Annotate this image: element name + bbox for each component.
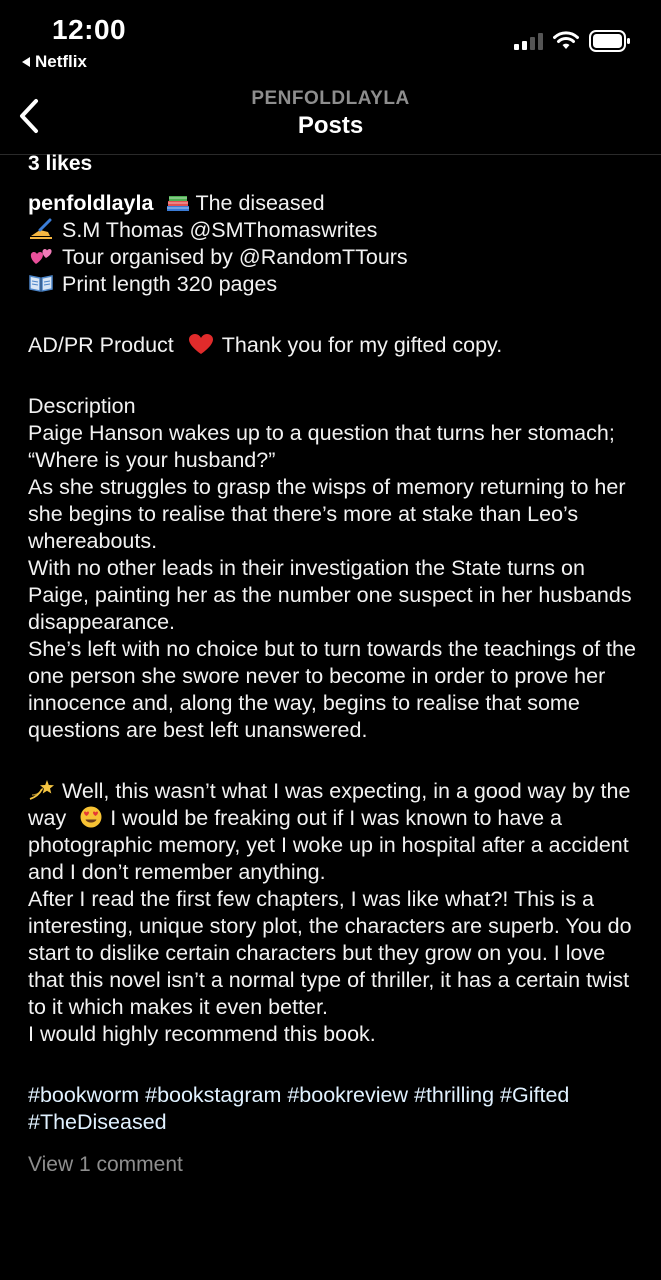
back-app-label: Netflix xyxy=(35,52,87,71)
description-paragraph: She’s left with no choice but to turn to… xyxy=(28,637,636,742)
review-paragraph: After I read the first few chapters, I w… xyxy=(28,887,632,1019)
author-text: S.M Thomas @SMThomaswrites xyxy=(62,218,378,242)
books-icon xyxy=(167,196,190,211)
wifi-icon xyxy=(553,31,579,49)
back-triangle-icon xyxy=(22,57,30,67)
print-length-text: Print length 320 pages xyxy=(62,272,278,296)
status-icons xyxy=(514,30,631,52)
hashtags[interactable]: #bookworm #bookstagram #bookreview #thri… xyxy=(28,1082,643,1136)
caption-username[interactable]: penfoldlayla xyxy=(28,191,153,215)
page-title: Posts xyxy=(297,112,364,139)
tour-text: Tour organised by @RandomTTours xyxy=(62,245,408,269)
likes-count[interactable]: 3 likes xyxy=(28,150,643,178)
thanks-text: Thank you for my gifted copy. xyxy=(221,333,503,357)
caption-title-line: penfoldlayla The diseased xyxy=(28,190,643,217)
description-paragraph: Paige Hanson wakes up to a question that… xyxy=(28,421,615,472)
cellular-signal-icon xyxy=(514,32,543,50)
nav-header: PENFOLDLAYLA Posts xyxy=(0,80,661,155)
ad-label: AD/PR Product xyxy=(28,333,174,357)
description-heading: Description xyxy=(28,394,136,418)
writing-hand-icon xyxy=(30,218,52,239)
back-to-app-link[interactable]: Netflix xyxy=(22,52,87,72)
two-hearts-icon xyxy=(30,249,52,264)
status-bar: 12:00 Netflix xyxy=(0,0,661,80)
battery-icon xyxy=(589,30,630,52)
open-book-icon xyxy=(29,275,53,292)
description-paragraph: As she struggles to grasp the wisps of m… xyxy=(28,475,626,553)
caption-length-line: Print length 320 pages xyxy=(28,271,643,298)
review-intro-cont-text: I would be freaking out if I was known t… xyxy=(28,806,629,884)
profile-username[interactable]: PENFOLDLAYLA xyxy=(0,88,661,110)
post-caption: penfoldlayla The diseased S.M Thomas @SM… xyxy=(28,190,643,1136)
description-paragraph: With no other leads in their investigati… xyxy=(28,556,632,634)
caption-author-line: S.M Thomas @SMThomaswrites xyxy=(28,217,643,244)
view-comments-link[interactable]: View 1 comment xyxy=(28,1152,643,1178)
review-paragraph: I would highly recommend this book. xyxy=(28,1022,376,1046)
dizzy-star-icon xyxy=(29,780,54,800)
status-time: 12:00 xyxy=(52,14,127,45)
heart-eyes-icon xyxy=(80,806,102,828)
caption-tour-line: Tour organised by @RandomTTours xyxy=(28,244,643,271)
post-content: 3 likes penfoldlayla The diseased S.M Th… xyxy=(28,150,643,1178)
red-heart-icon xyxy=(188,334,213,354)
book-title: The diseased xyxy=(195,191,325,215)
review-intro: Well, this wasn’t what I was expecting, … xyxy=(28,778,643,886)
caption-ad-line: AD/PR Product Thank you for my gifted co… xyxy=(28,332,643,359)
